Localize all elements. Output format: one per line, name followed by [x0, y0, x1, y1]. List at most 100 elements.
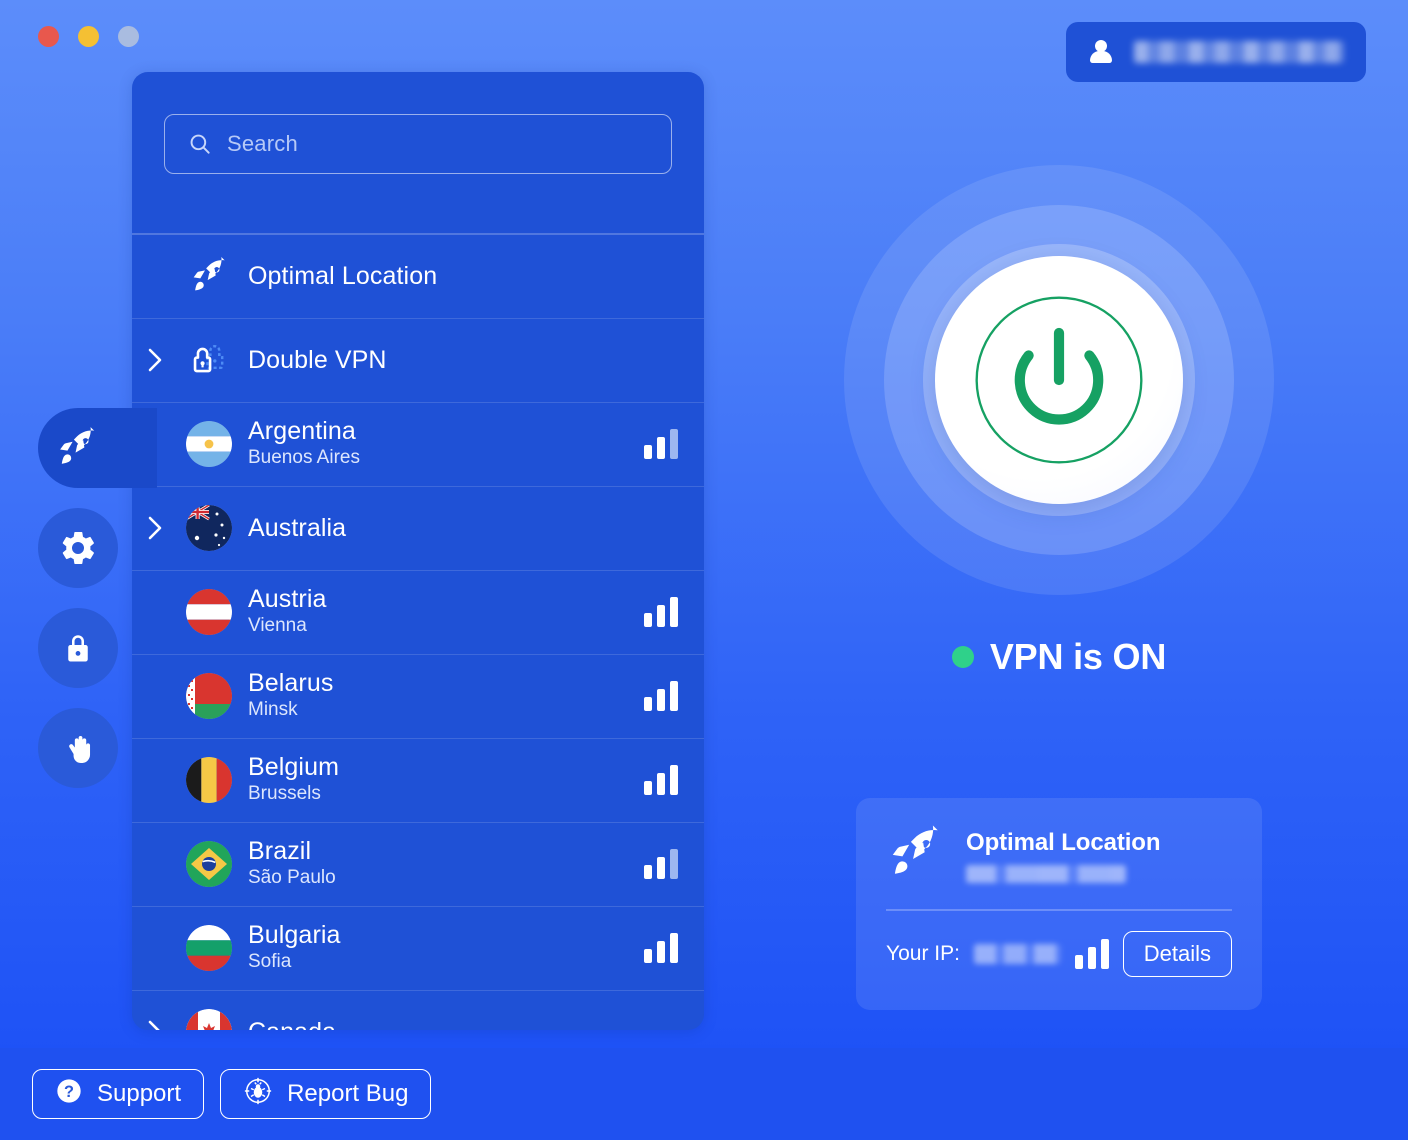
power-button-area	[844, 150, 1274, 610]
flag-belgium-icon	[178, 757, 240, 803]
hand-icon	[69, 735, 91, 764]
status-badge: VPN is ON	[989, 636, 1167, 677]
signal-strength-icon	[1074, 938, 1109, 969]
list-item-subtitle: Vienna	[248, 615, 307, 637]
list-item-argentina[interactable]: Argentina Buenos Aires	[132, 403, 704, 487]
double-lock-icon	[178, 340, 240, 380]
connection-info-card: Optimal Location Your IP: Details	[856, 798, 1262, 1010]
gear-icon	[62, 531, 94, 565]
list-item-optimal-location[interactable]: Optimal Location	[132, 235, 704, 319]
search-input[interactable]	[227, 131, 649, 157]
window-controls	[38, 26, 139, 47]
list-item-subtitle: Buenos Aires	[248, 447, 360, 469]
flag-argentina-icon	[178, 421, 240, 467]
info-card-footer: Your IP: Details	[886, 930, 1232, 977]
list-item-labels: Australia	[240, 514, 678, 542]
question-circle-icon: ?	[55, 1077, 83, 1112]
list-item-austria[interactable]: Austria Vienna	[132, 571, 704, 655]
list-item-labels: Austria Vienna	[240, 585, 644, 639]
flag-bulgaria-icon	[178, 925, 240, 971]
list-item-bulgaria[interactable]: Bulgaria Sofia	[132, 907, 704, 991]
rocket-icon	[178, 256, 240, 296]
list-item-belarus[interactable]: Belarus Minsk	[132, 655, 704, 739]
list-item-brazil[interactable]: Brazil São Paulo	[132, 823, 704, 907]
list-item-title: Canada	[248, 1018, 336, 1030]
list-item-labels: Brazil São Paulo	[240, 837, 644, 891]
account-button[interactable]	[1066, 22, 1366, 82]
list-item-title: Optimal Location	[248, 262, 438, 290]
zoom-button[interactable]	[118, 26, 139, 47]
sidebar-item-blocker[interactable]	[38, 708, 118, 788]
list-item-canada[interactable]: Canada	[132, 991, 704, 1030]
status-indicator-dot	[951, 646, 974, 668]
list-item-labels: Double VPN	[240, 346, 678, 374]
svg-text:?: ?	[64, 1082, 74, 1100]
signal-strength-icon	[644, 933, 678, 963]
bug-target-icon	[243, 1076, 273, 1113]
lock-icon	[68, 635, 88, 662]
power-button[interactable]	[935, 256, 1183, 504]
bottom-toolbar: ? Support Report Bug	[0, 1048, 1408, 1140]
signal-strength-icon	[644, 681, 678, 711]
account-username-blurred	[1134, 41, 1344, 63]
report-bug-button[interactable]: Report Bug	[220, 1069, 432, 1119]
list-item-title: Double VPN	[248, 346, 387, 374]
ip-label: Your IP:	[886, 941, 960, 965]
list-item-title: Bulgaria	[248, 921, 341, 950]
support-label: Support	[97, 1080, 182, 1107]
report-bug-label: Report Bug	[287, 1080, 409, 1107]
list-item-title: Belgium	[248, 753, 340, 782]
list-item-labels: Bulgaria Sofia	[240, 921, 644, 975]
flag-belarus-icon	[178, 673, 240, 719]
person-icon	[1088, 39, 1114, 65]
search-icon	[190, 134, 210, 154]
info-card-title: Optimal Location	[966, 828, 1161, 856]
signal-strength-icon	[644, 849, 678, 879]
list-item-subtitle: Sofia	[248, 951, 292, 973]
list-item-title: Belarus	[248, 669, 334, 698]
list-item-labels: Optimal Location	[240, 262, 678, 290]
sidebar-item-security[interactable]	[38, 608, 118, 688]
signal-strength-icon	[644, 429, 678, 459]
sidebar-rail	[38, 408, 157, 788]
info-card-divider	[886, 909, 1232, 911]
locations-panel: Optimal Location Double VPN	[132, 72, 704, 1030]
list-item-title: Argentina	[248, 417, 356, 446]
list-item-subtitle: Brussels	[248, 783, 321, 805]
list-item-labels: Canada	[240, 1018, 678, 1030]
signal-strength-icon	[644, 765, 678, 795]
sidebar-item-locations[interactable]	[38, 408, 157, 488]
list-item-subtitle: São Paulo	[248, 867, 336, 889]
list-item-title: Brazil	[248, 837, 312, 866]
list-item-subtitle: Minsk	[248, 699, 298, 721]
chevron-right-icon[interactable]	[132, 1017, 178, 1030]
info-card-subtitle-blurred	[966, 864, 1126, 883]
power-icon	[975, 296, 1143, 464]
signal-strength-icon	[644, 597, 678, 627]
close-button[interactable]	[38, 26, 59, 47]
flag-austria-icon	[178, 589, 240, 635]
info-card-header: Optimal Location	[886, 824, 1232, 887]
list-item-double-vpn[interactable]: Double VPN	[132, 319, 704, 403]
list-item-belgium[interactable]: Belgium Brussels	[132, 739, 704, 823]
minimize-button[interactable]	[78, 26, 99, 47]
list-item-labels: Belarus Minsk	[240, 669, 644, 723]
search-box[interactable]	[164, 114, 672, 174]
locations-list[interactable]: Optimal Location Double VPN Argentina Bu…	[132, 235, 704, 1030]
ip-value-blurred	[973, 943, 1061, 964]
list-item-labels: Argentina Buenos Aires	[240, 417, 644, 471]
list-item-australia[interactable]: Australia	[132, 487, 704, 571]
sidebar-item-settings[interactable]	[38, 508, 118, 588]
vpn-status: VPN is ON	[844, 636, 1274, 678]
rocket-icon	[886, 824, 944, 887]
support-button[interactable]: ? Support	[32, 1069, 205, 1119]
chevron-right-icon[interactable]	[132, 345, 178, 375]
info-card-labels: Optimal Location	[966, 829, 1232, 883]
flag-australia-icon	[178, 505, 240, 551]
list-item-labels: Belgium Brussels	[240, 753, 644, 807]
flag-brazil-icon	[178, 841, 240, 887]
flag-canada-icon	[178, 1009, 240, 1030]
rocket-icon	[60, 427, 95, 464]
details-button[interactable]: Details	[1122, 930, 1232, 977]
list-item-title: Australia	[248, 514, 347, 542]
